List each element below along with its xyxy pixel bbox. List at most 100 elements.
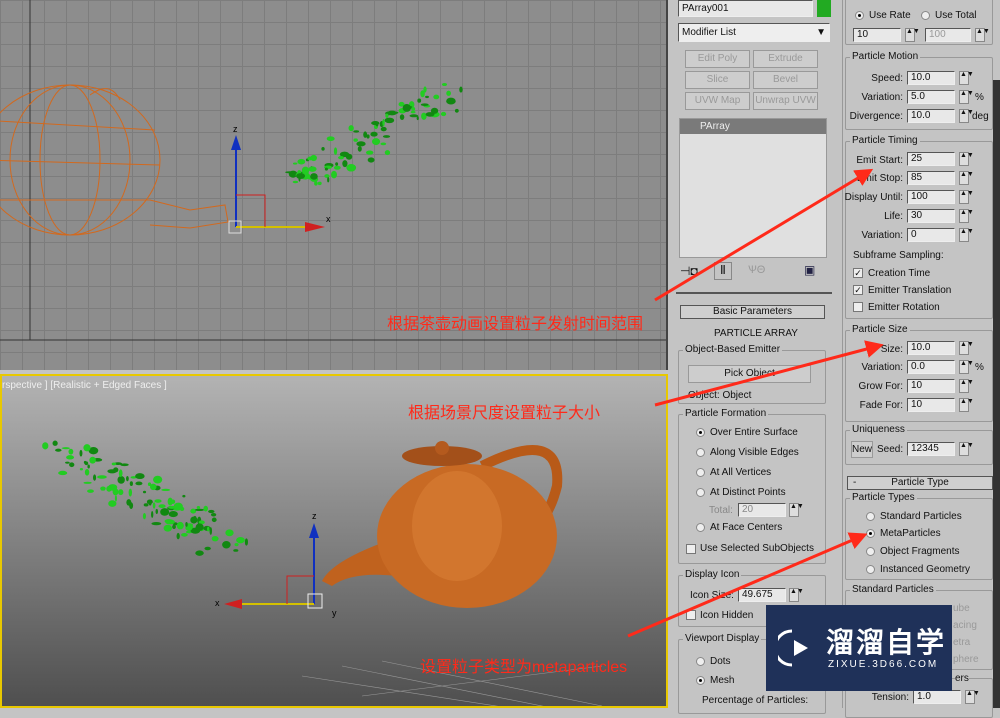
icon-size-input[interactable]: 49.675 (738, 588, 786, 602)
formation-radio[interactable] (696, 488, 705, 497)
total-spinner[interactable]: ▲▼ (975, 28, 990, 42)
emit-stop-label: Emit Stop: (856, 173, 903, 184)
formation-radio[interactable] (696, 468, 705, 477)
edit-poly-button[interactable]: Edit Poly (685, 50, 750, 68)
particle (176, 521, 184, 530)
use-rate-label: Use Rate (869, 10, 911, 21)
divergence-input[interactable]: 10.0 (907, 109, 955, 123)
rate-input[interactable]: 10 (853, 28, 901, 42)
grow-for-input[interactable]: 10 (907, 379, 955, 393)
seed-spinner[interactable]: ▲▼ (959, 442, 974, 456)
stack-item-parray[interactable]: PArray (680, 119, 826, 134)
fade-for-spinner[interactable]: ▲▼ (959, 398, 974, 412)
seed-input[interactable]: 12345 (907, 442, 955, 456)
particle-type-radio[interactable] (866, 512, 875, 521)
particle (196, 506, 201, 510)
configure-sets-icon[interactable]: ▣ (804, 263, 815, 277)
particle (173, 508, 182, 511)
divergence-spinner[interactable]: ▲▼ (959, 109, 974, 123)
panel-scrollbar[interactable] (993, 80, 1000, 708)
formation-radio[interactable] (696, 523, 705, 532)
emit-stop-spinner[interactable]: ▲▼ (959, 171, 974, 185)
particle-type-radio[interactable] (866, 565, 875, 574)
make-unique-icon[interactable]: ѰΘ (748, 264, 765, 276)
creation-time-checkbox[interactable]: ✓ (853, 268, 863, 278)
grow-for-label: Grow For: (858, 381, 903, 392)
timing-variation-spinner[interactable]: ▲▼ (959, 228, 974, 242)
particle-type-label: MetaParticles (880, 528, 941, 539)
particle (210, 513, 217, 517)
display-until-spinner[interactable]: ▲▼ (959, 190, 974, 204)
particle (244, 538, 248, 546)
formation-radio[interactable] (696, 428, 705, 437)
tension-input[interactable]: 1.0 (913, 690, 961, 704)
icon-size-spinner[interactable]: ▲▼ (789, 588, 804, 602)
grow-for-spinner[interactable]: ▲▼ (959, 379, 974, 393)
particle-type-label: Instanced Geometry (880, 564, 971, 575)
dots-radio[interactable] (696, 657, 705, 666)
use-total-label: Use Total (935, 10, 977, 21)
annotation-type: 设置粒子类型为metaparticles (420, 659, 628, 676)
size-spinner[interactable]: ▲▼ (959, 341, 974, 355)
modifier-list-dropdown[interactable]: Modifier List ▼ (678, 23, 830, 42)
size-variation-input[interactable]: 0.0 (907, 360, 955, 374)
speed-input[interactable]: 10.0 (907, 71, 955, 85)
object-name-input[interactable]: PArray001 (678, 0, 813, 17)
unwrap-uvw-button[interactable]: Unwrap UVW (753, 92, 818, 110)
uvw-map-button[interactable]: UVW Map (685, 92, 750, 110)
timing-variation-input[interactable]: 0 (907, 228, 955, 242)
particle (79, 449, 83, 457)
life-input[interactable]: 30 (907, 209, 955, 223)
size-input[interactable]: 10.0 (907, 341, 955, 355)
bevel-button[interactable]: Bevel (753, 71, 818, 89)
emitter-rotation-checkbox[interactable] (853, 302, 863, 312)
extrude-button[interactable]: Extrude (753, 50, 818, 68)
particle (204, 546, 211, 551)
particle (225, 529, 234, 537)
percent-unit: % (975, 362, 984, 373)
use-total-radio[interactable] (921, 11, 930, 20)
emitter-translation-checkbox[interactable]: ✓ (853, 285, 863, 295)
total-input[interactable]: 20 (738, 503, 786, 517)
emit-start-spinner[interactable]: ▲▼ (959, 152, 974, 166)
icon-hidden-checkbox[interactable] (686, 610, 696, 620)
object-label: Object: Object (688, 390, 752, 401)
icon-hidden-label: Icon Hidden (700, 610, 754, 621)
show-end-result-icon[interactable]: Ⅱ (714, 262, 732, 280)
formation-radio[interactable] (696, 448, 705, 457)
particle (135, 481, 143, 486)
use-selected-checkbox[interactable] (686, 544, 696, 554)
particle (155, 508, 159, 515)
new-seed-button[interactable]: New (851, 441, 873, 458)
std-option-label: ube (953, 603, 970, 614)
particle (58, 470, 68, 476)
particle-type-radio[interactable] (866, 547, 875, 556)
particle (66, 455, 75, 460)
group-title: Object-Based Emitter (683, 344, 783, 355)
emit-stop-input[interactable]: 85 (907, 171, 955, 185)
tension-spinner[interactable]: ▲▼ (965, 690, 980, 704)
use-rate-radio[interactable] (855, 11, 864, 20)
size-variation-spinner[interactable]: ▲▼ (959, 360, 974, 374)
basic-parameters-rollout[interactable]: Basic Parameters (680, 305, 825, 319)
mesh-radio[interactable] (696, 676, 705, 685)
particle-type-rollout[interactable]: - Particle Type (847, 476, 993, 490)
particle (89, 456, 96, 464)
rate-spinner[interactable]: ▲▼ (905, 28, 920, 42)
display-until-input[interactable]: 100 (907, 190, 955, 204)
particle (338, 155, 344, 160)
life-spinner[interactable]: ▲▼ (959, 209, 974, 223)
variation-input[interactable]: 5.0 (907, 90, 955, 104)
slice-button[interactable]: Slice (685, 71, 750, 89)
variation-spinner[interactable]: ▲▼ (959, 90, 974, 104)
emit-start-input[interactable]: 25 (907, 152, 955, 166)
speed-spinner[interactable]: ▲▼ (959, 71, 974, 85)
total-input[interactable]: 100 (925, 28, 971, 42)
object-color-swatch[interactable] (817, 0, 831, 17)
total-spinner[interactable]: ▲▼ (789, 503, 804, 517)
fade-for-input[interactable]: 10 (907, 398, 955, 412)
pin-stack-icon[interactable]: ⊣◘ (680, 264, 698, 278)
particle-type-radio[interactable] (866, 529, 875, 538)
pick-object-button[interactable]: Pick Object (688, 365, 811, 383)
particle (285, 171, 296, 174)
